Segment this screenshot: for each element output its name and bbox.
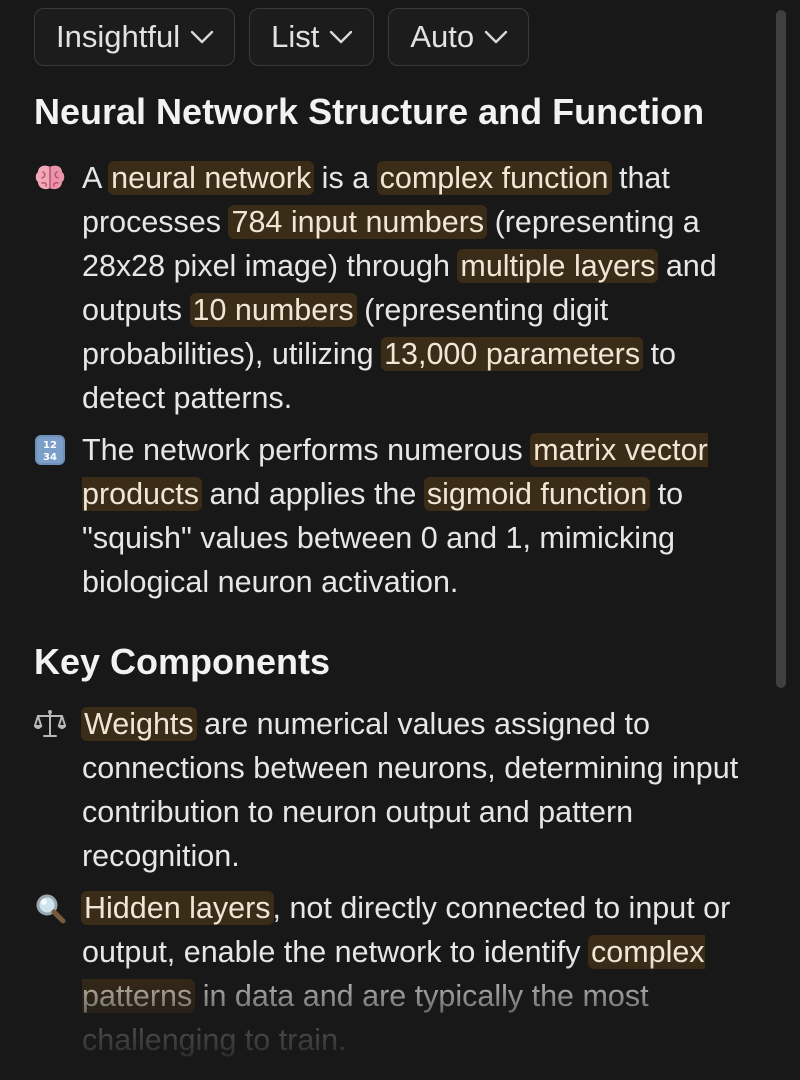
highlighted-term[interactable]: Weights [81,707,197,741]
item-text: A neural network is a complex function t… [82,161,717,415]
item-text: Weights are numerical values assigned to… [81,707,738,873]
text-segment: A [82,161,110,195]
scrollbar-thumb[interactable] [776,10,786,688]
section-key-components: Key Components Weights are numerical val… [34,640,754,1062]
chevron-down-icon [330,30,353,44]
bullet-list: Weights are numerical values assigned to… [34,702,754,1062]
brain-icon [34,162,66,194]
length-dropdown[interactable]: Auto [388,8,530,66]
length-dropdown-label: Auto [410,19,475,54]
section-title: Neural Network Structure and Function [34,91,705,132]
section-title: Key Components [34,641,331,682]
chevron-down-icon [484,30,508,44]
format-dropdown[interactable]: List [249,8,375,66]
svg-text:34: 34 [43,452,57,463]
format-dropdown-label: List [271,19,320,54]
text-segment: is a [313,161,378,195]
list-item: Hidden layers, not directly connected to… [34,886,754,1062]
summary-content: Neural Network Structure and Function A … [34,90,754,1070]
highlighted-term[interactable]: sigmoid function [423,477,651,511]
svg-text:12: 12 [43,440,57,451]
highlighted-term[interactable]: multiple layers [457,249,659,283]
item-text: Hidden layers, not directly connected to… [81,891,730,1057]
chevron-down-icon [190,30,214,44]
highlighted-term[interactable]: neural network [108,161,315,195]
section-structure: Neural Network Structure and Function A … [34,90,754,604]
toolbar: Insightful List Auto [34,8,530,66]
highlighted-term[interactable]: Hidden layers [81,891,274,925]
bullet-list: A neural network is a complex function t… [34,156,754,604]
numbers-icon: 12 34 [34,434,66,466]
balance-scale-icon [34,708,66,740]
text-segment: The network performs numerous [82,433,532,467]
text-segment: and applies the [200,477,425,511]
tone-dropdown[interactable]: Insightful [34,8,236,66]
list-item: A neural network is a complex function t… [34,156,754,420]
highlighted-term[interactable]: 10 numbers [189,293,357,327]
tone-dropdown-label: Insightful [56,19,181,54]
item-text: The network performs numerous matrix vec… [82,433,708,599]
list-item: 12 34 The network performs numerous matr… [34,428,754,604]
list-item: Weights are numerical values assigned to… [34,702,754,878]
magnifying-glass-icon [34,892,66,924]
highlighted-term[interactable]: complex function [376,161,612,195]
highlighted-term[interactable]: 13,000 parameters [381,337,644,371]
highlighted-term[interactable]: 784 input numbers [228,205,488,239]
